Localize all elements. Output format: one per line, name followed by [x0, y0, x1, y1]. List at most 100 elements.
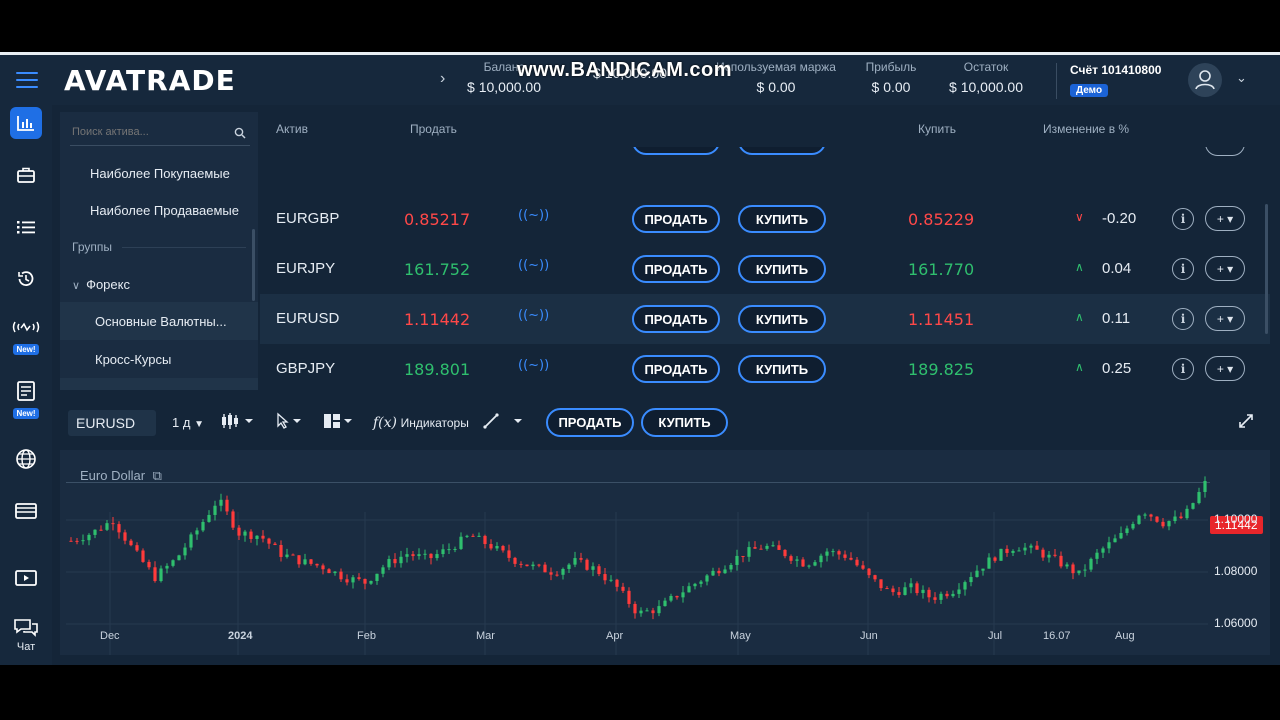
- chart-sell-button[interactable]: ПРОДАТЬ: [546, 408, 634, 437]
- account-number[interactable]: Счёт 101410800: [1070, 63, 1161, 77]
- candle: [837, 549, 841, 560]
- chart-symbol-field[interactable]: EURUSD: [68, 410, 156, 436]
- asset-most-bought[interactable]: Наиболее Покупаемые: [90, 166, 230, 181]
- external-link-icon[interactable]: ⧉: [153, 468, 162, 483]
- x-tick-label: Mar: [476, 630, 495, 642]
- col-buy: Купить: [918, 122, 956, 136]
- buy-button[interactable]: КУПИТЬ: [738, 255, 826, 283]
- buy-button[interactable]: [738, 147, 826, 155]
- rail-history[interactable]: [0, 263, 52, 295]
- candle: [1005, 545, 1009, 557]
- rail-video[interactable]: [0, 562, 52, 594]
- add-to-watchlist-button[interactable]: [1205, 147, 1245, 156]
- recorder-watermark: www.BANDICAM.com: [517, 59, 733, 81]
- candle: [1065, 562, 1069, 569]
- chevron-down-icon[interactable]: ⌄: [1236, 70, 1247, 86]
- market-scrollbar[interactable]: [1265, 204, 1268, 334]
- signal-wave-icon[interactable]: ((~)): [518, 258, 549, 273]
- stat-label: Прибыль: [865, 60, 917, 74]
- candle: [1143, 512, 1147, 519]
- candle: [561, 567, 565, 580]
- candle: [939, 591, 943, 604]
- rail-portfolio[interactable]: [0, 159, 52, 191]
- header-divider: [1056, 63, 1057, 99]
- signal-wave-icon: [10, 315, 42, 339]
- add-to-watchlist-button[interactable]: + ▾: [1205, 356, 1245, 381]
- row-symbol[interactable]: EURJPY: [276, 260, 335, 277]
- subgroup-crosses[interactable]: Кросс-Курсы: [95, 352, 171, 367]
- add-to-watchlist-button[interactable]: + ▾: [1205, 206, 1245, 231]
- table-row[interactable]: EURJPY 161.752 ((~)) ПРОДАТЬ КУПИТЬ 161.770 ∧ 0…: [260, 244, 1270, 294]
- rail-markets[interactable]: [0, 443, 52, 475]
- signal-wave-icon[interactable]: ((~)): [518, 308, 549, 323]
- cursor-select[interactable]: [275, 412, 305, 433]
- info-icon[interactable]: i: [1172, 208, 1194, 230]
- candle: [927, 587, 931, 603]
- rail-chat[interactable]: Чат: [0, 615, 52, 653]
- candle: [1137, 514, 1141, 525]
- add-to-watchlist-button[interactable]: + ▾: [1205, 256, 1245, 281]
- table-row[interactable]: GBPJPY 189.801 ((~)) ПРОДАТЬ КУПИТЬ 189.825 ∧ 0…: [260, 344, 1270, 390]
- candle: [639, 607, 643, 617]
- x-tick-label: Jun: [860, 630, 878, 642]
- candle: [1071, 562, 1075, 580]
- bottom-bar: [0, 665, 1280, 720]
- row-symbol[interactable]: EURGBP: [276, 210, 339, 227]
- buy-button[interactable]: КУПИТЬ: [738, 355, 826, 383]
- candle: [261, 530, 265, 543]
- info-icon[interactable]: i: [1172, 308, 1194, 330]
- x-tick-label: Dec: [100, 630, 120, 642]
- candle: [1203, 476, 1207, 498]
- row-change: 0.04: [1102, 260, 1132, 277]
- layout-select[interactable]: [322, 412, 356, 433]
- chart-type-select[interactable]: [220, 411, 256, 434]
- candle: [909, 578, 913, 594]
- row-symbol[interactable]: EURUSD: [276, 310, 339, 327]
- group-forex[interactable]: ∨ Форекс: [72, 277, 130, 292]
- candle: [309, 558, 313, 566]
- subgroup-majors[interactable]: Основные Валютны...: [95, 314, 227, 329]
- sell-button[interactable]: ПРОДАТЬ: [632, 355, 720, 383]
- info-icon[interactable]: i: [1172, 258, 1194, 280]
- rail-platform[interactable]: [0, 495, 52, 527]
- asset-search-input[interactable]: [70, 120, 220, 144]
- buy-button[interactable]: КУПИТЬ: [738, 305, 826, 333]
- chevron-right-icon[interactable]: ›: [440, 70, 445, 88]
- interval-select[interactable]: 1 д ▼: [172, 415, 204, 430]
- table-row[interactable]: EURGBP 0.85217 ((~)) ПРОДАТЬ КУПИТЬ 0.85229 ∨ -…: [260, 194, 1270, 244]
- table-row[interactable]: EURUSD 1.11442 ((~)) ПРОДАТЬ КУПИТЬ 1.11451 ∧ 0…: [260, 294, 1270, 344]
- rail-list[interactable]: [0, 211, 52, 243]
- signal-wave-icon[interactable]: ((~)): [518, 208, 549, 223]
- asset-most-sold[interactable]: Наиболее Продаваемые: [90, 203, 239, 218]
- user-avatar-icon[interactable]: [1188, 63, 1222, 97]
- search-icon[interactable]: [234, 126, 246, 144]
- menu-icon[interactable]: [16, 72, 38, 88]
- rail-news[interactable]: New!: [0, 379, 52, 421]
- asset-panel-scrollbar[interactable]: [252, 229, 255, 301]
- rail-signals[interactable]: New!: [0, 315, 52, 357]
- info-icon[interactable]: i: [1172, 358, 1194, 380]
- sell-button[interactable]: [632, 147, 720, 155]
- chart-buy-button[interactable]: КУПИТЬ: [641, 408, 728, 437]
- candle: [1035, 541, 1039, 550]
- draw-tool-select[interactable]: [482, 412, 526, 433]
- expand-icon[interactable]: [1238, 413, 1254, 432]
- candle: [249, 529, 253, 543]
- candle: [723, 565, 727, 574]
- candle: [1053, 548, 1057, 558]
- row-symbol[interactable]: GBPJPY: [276, 360, 335, 377]
- signal-wave-icon[interactable]: ((~)): [518, 358, 549, 373]
- sell-button[interactable]: ПРОДАТЬ: [632, 305, 720, 333]
- y-tick-label: 1.10000: [1214, 512, 1258, 526]
- sell-button[interactable]: ПРОДАТЬ: [632, 205, 720, 233]
- chart-canvas[interactable]: [60, 450, 1270, 655]
- add-to-watchlist-button[interactable]: + ▾: [1205, 306, 1245, 331]
- buy-button[interactable]: КУПИТЬ: [738, 205, 826, 233]
- candle: [453, 546, 457, 553]
- candle: [597, 563, 601, 577]
- indicators-button[interactable]: f(x) Индикаторы: [373, 415, 469, 431]
- rail-charts[interactable]: [0, 107, 52, 139]
- sell-button[interactable]: ПРОДАТЬ: [632, 255, 720, 283]
- candle: [987, 553, 991, 569]
- price-chart[interactable]: Euro Dollar ⧉ 1.11442 1.10000 1.08000 1.06…: [60, 450, 1270, 655]
